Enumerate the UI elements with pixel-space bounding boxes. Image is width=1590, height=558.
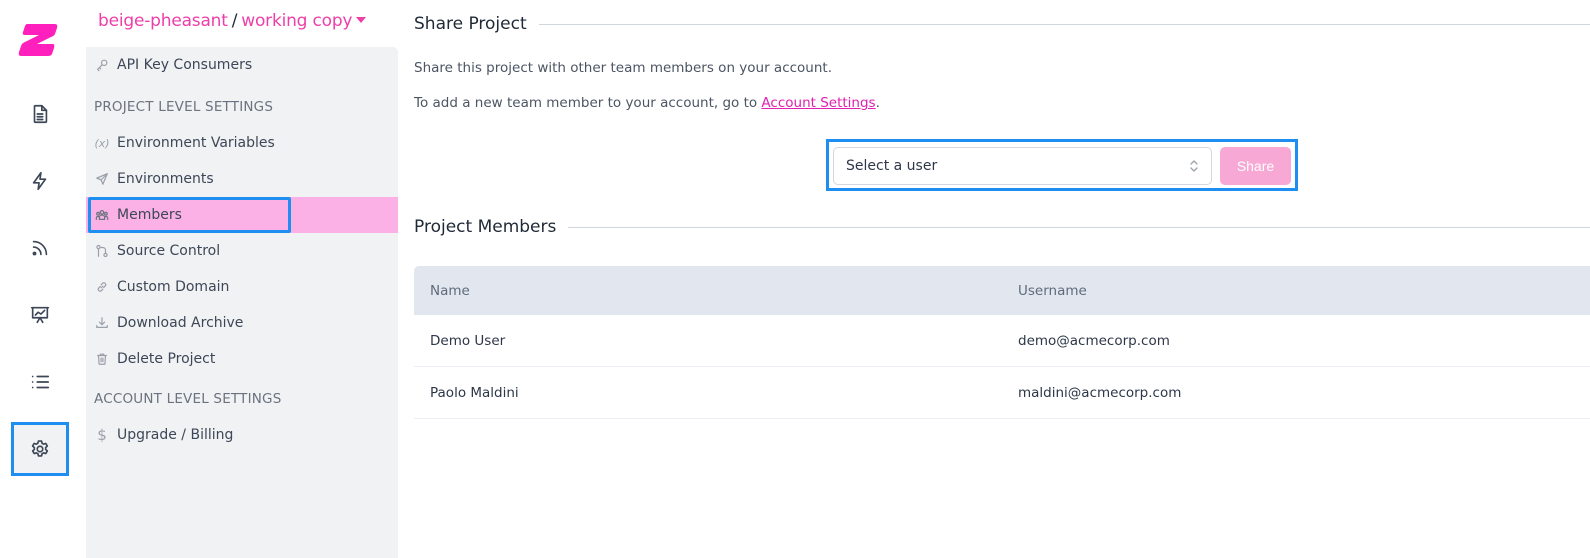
rail-actions-button[interactable]	[11, 154, 69, 208]
download-icon	[94, 315, 110, 331]
git-branch-icon	[94, 243, 110, 259]
table-row: Demo User demo@acmecorp.com	[414, 315, 1590, 367]
key-icon	[94, 57, 110, 73]
column-header-username: Username	[1018, 282, 1087, 299]
project-members-section-header: Project Members	[414, 217, 1590, 237]
select-user-dropdown[interactable]: Select a user	[833, 147, 1212, 185]
dollar-icon: $	[97, 426, 107, 444]
account-settings-link[interactable]: Account Settings	[761, 95, 875, 111]
breadcrumb-separator: /	[231, 11, 238, 31]
sidebar-item-source-control[interactable]: Source Control	[86, 233, 398, 269]
project-members-title: Project Members	[414, 217, 557, 237]
sidebar-item-label: Environment Variables	[117, 135, 275, 151]
share-project-title: Share Project	[414, 14, 527, 34]
share-description: Share this project with other team membe…	[414, 60, 833, 76]
sidebar-item-label: Source Control	[117, 243, 221, 259]
sidebar-item-download-archive[interactable]: Download Archive	[86, 305, 398, 341]
members-table: Name Username Demo User demo@acmecorp.co…	[414, 266, 1590, 419]
sidebar-item-api-key-consumers[interactable]: API Key Consumers	[86, 47, 398, 83]
paper-plane-icon	[94, 171, 110, 187]
branch-dropdown[interactable]: working copy	[241, 11, 367, 31]
share-hint-text: To add a new team member to your account…	[414, 95, 762, 111]
branch-label: working copy	[241, 11, 353, 31]
link-icon	[94, 279, 110, 295]
sidebar-item-label: Download Archive	[117, 315, 244, 331]
breadcrumb: beige-pheasant / working copy	[98, 11, 367, 31]
z-logo-icon[interactable]	[17, 22, 59, 58]
main-content: Share Project Share this project with ot…	[414, 0, 1590, 558]
member-name: Demo User	[430, 332, 506, 349]
divider	[538, 23, 1590, 25]
share-form: Select a user Share	[826, 139, 1298, 191]
rail-feed-button[interactable]	[11, 221, 69, 275]
share-hint-suffix: .	[875, 95, 880, 111]
sidebar-item-delete-project[interactable]: Delete Project	[86, 341, 398, 377]
member-username: demo@acmecorp.com	[1018, 332, 1170, 349]
sidebar-item-environment-variables[interactable]: (x) Environment Variables	[86, 125, 398, 161]
rail-docs-button[interactable]	[11, 87, 69, 141]
member-username: maldini@acmecorp.com	[1018, 384, 1182, 401]
sidebar-item-label: Environments	[117, 171, 214, 187]
sidebar-item-label: Upgrade / Billing	[117, 427, 234, 443]
list-icon	[31, 375, 50, 389]
divider	[568, 226, 1590, 228]
share-project-section-header: Share Project	[414, 14, 1590, 34]
sidebar-item-label: Members	[117, 207, 182, 223]
lightning-icon	[32, 171, 47, 191]
share-hint: To add a new team member to your account…	[414, 95, 880, 111]
project-name-link[interactable]: beige-pheasant	[98, 11, 228, 31]
chevron-up-down-icon	[1190, 160, 1198, 172]
sidebar-item-label: Custom Domain	[117, 279, 230, 295]
project-settings-heading: PROJECT LEVEL SETTINGS	[94, 99, 274, 115]
sidebar-item-label: Delete Project	[117, 351, 216, 367]
account-settings-heading: ACCOUNT LEVEL SETTINGS	[94, 391, 282, 407]
gear-icon	[31, 440, 49, 457]
sidebar-item-upgrade-billing[interactable]: $ Upgrade / Billing	[86, 417, 398, 453]
icon-rail	[0, 0, 86, 558]
select-user-placeholder: Select a user	[846, 158, 938, 174]
users-icon	[94, 207, 110, 223]
sidebar-item-members[interactable]: Members	[86, 197, 398, 233]
sidebar-item-label: API Key Consumers	[117, 57, 253, 73]
share-button[interactable]: Share	[1220, 147, 1291, 185]
member-name: Paolo Maldini	[430, 384, 519, 401]
trash-icon	[94, 351, 110, 367]
rail-settings-button[interactable]	[11, 422, 69, 476]
rss-icon	[32, 240, 48, 256]
table-header: Name Username	[414, 266, 1590, 315]
presentation-chart-icon	[30, 306, 50, 324]
variable-icon: (x)	[94, 136, 110, 150]
settings-sidebar: API Key Consumers PROJECT LEVEL SETTINGS…	[86, 47, 398, 558]
table-row: Paolo Maldini maldini@acmecorp.com	[414, 367, 1590, 419]
document-icon	[33, 104, 48, 124]
rail-analytics-button[interactable]	[11, 288, 69, 342]
column-header-name: Name	[430, 282, 470, 299]
rail-list-button[interactable]	[11, 355, 69, 409]
sidebar-item-custom-domain[interactable]: Custom Domain	[86, 269, 398, 305]
sidebar-item-environments[interactable]: Environments	[86, 161, 398, 197]
caret-down-icon	[356, 17, 367, 23]
